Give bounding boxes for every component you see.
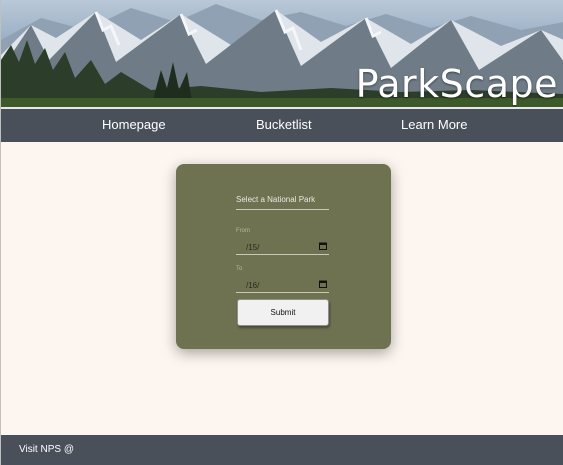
footer: Visit NPS @ bbox=[1, 435, 563, 465]
calendar-icon[interactable] bbox=[319, 242, 327, 250]
nav-link-bucketlist[interactable]: Bucketlist bbox=[256, 117, 312, 132]
calendar-icon[interactable] bbox=[319, 280, 327, 288]
header-banner: ParkScape bbox=[1, 0, 563, 107]
nav-link-homepage[interactable]: Homepage bbox=[102, 117, 166, 132]
main-nav: Homepage Bucketlist Learn More bbox=[1, 107, 563, 142]
from-date-value: /15/ bbox=[246, 243, 260, 252]
park-select[interactable]: Select a National Park bbox=[236, 192, 329, 210]
footer-nps-link[interactable]: Visit NPS @ bbox=[19, 444, 74, 455]
site-title: ParkScape bbox=[355, 62, 558, 106]
park-select-placeholder: Select a National Park bbox=[236, 195, 316, 204]
to-date-label: To bbox=[236, 266, 243, 272]
submit-button[interactable]: Submit bbox=[237, 299, 329, 326]
to-date-input[interactable]: /16/ bbox=[236, 277, 329, 293]
from-date-input[interactable]: /15/ bbox=[236, 239, 329, 255]
to-date-value: /16/ bbox=[246, 281, 260, 290]
nav-link-learn-more[interactable]: Learn More bbox=[401, 117, 467, 132]
from-date-label: From bbox=[236, 228, 250, 234]
trip-form-card: Select a National Park From /15/ To /16/… bbox=[176, 164, 391, 349]
